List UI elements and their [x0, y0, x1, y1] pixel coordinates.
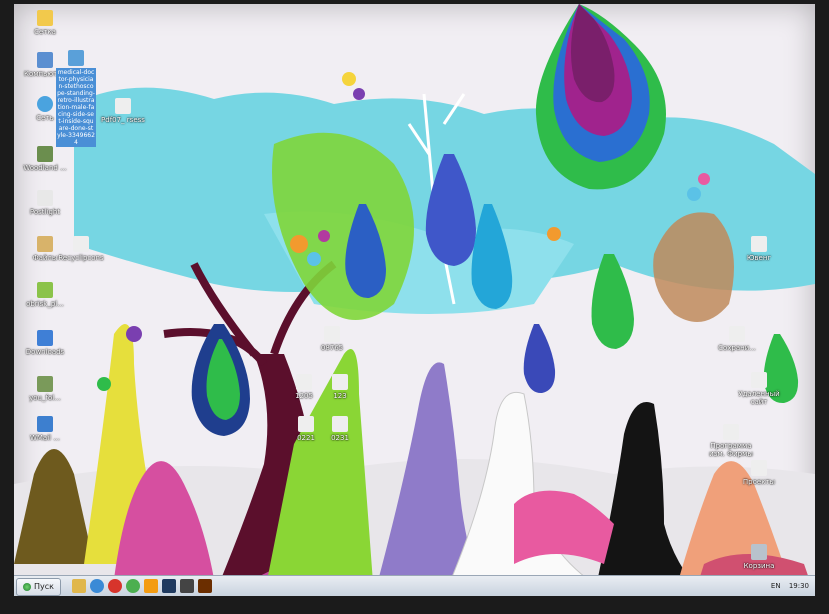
desktop-icon-downloads[interactable]: Downloads: [18, 330, 72, 356]
document-icon: [332, 374, 348, 390]
folder-icon: [37, 236, 53, 252]
network-icon: [37, 96, 53, 112]
recycle-bin-icon: [751, 544, 767, 560]
mail-icon: [37, 416, 53, 432]
icon-label: Pdf07_ rsess: [101, 116, 145, 124]
icon-label: Программа изм. Фирмы: [709, 442, 753, 458]
desktop-icon-wmail[interactable]: WMail ...: [18, 416, 72, 442]
document-icon: [324, 326, 340, 342]
icon-label: medical-doctor-physician-stethoscope-sta…: [56, 68, 96, 147]
desktop-icon-postlight[interactable]: Postlight: [18, 190, 72, 216]
taskbar-illustrator-icon[interactable]: [198, 579, 212, 593]
folder-icon: [37, 10, 53, 26]
taskbar-app-dark-icon[interactable]: [180, 579, 194, 593]
taskbar-explorer-icon[interactable]: [72, 579, 86, 593]
document-icon: [115, 98, 131, 114]
desktop-icon-mid-2[interactable]: 1205: [284, 374, 324, 400]
desktop-icon-recycle-doc[interactable]: Recyclipcons: [54, 236, 108, 262]
icon-label: Проекты: [742, 478, 776, 486]
desktop-icon-you[interactable]: you_fol...: [18, 376, 72, 402]
taskbar-chrome-icon[interactable]: [126, 579, 140, 593]
clock[interactable]: 19:30: [789, 582, 809, 590]
desktop-icon-folder-green[interactable]: obrisk_pl...: [18, 282, 72, 308]
icon-label: 123: [333, 392, 347, 400]
document-icon: [723, 424, 739, 440]
folder-icon: [37, 282, 53, 298]
icon-label: 1205: [295, 392, 313, 400]
folder-icon: [751, 460, 767, 476]
taskbar-ie-icon[interactable]: [90, 579, 104, 593]
icon-label: Recyclipcons: [58, 254, 104, 262]
desktop-icon-text-file[interactable]: Pdf07_ rsess: [96, 98, 150, 124]
desktop-icon-mid-1[interactable]: 08765: [312, 326, 352, 352]
icon-label: Сетка: [34, 28, 56, 36]
icon-label: you_fol...: [29, 394, 61, 402]
desktop-icon-mid-5[interactable]: 0231: [320, 416, 360, 442]
document-icon: [751, 372, 767, 388]
icon-label: Woodland ...: [23, 164, 67, 172]
windows-logo-icon: [23, 582, 31, 591]
desktop-icon-woodland[interactable]: Woodland ...: [18, 146, 72, 172]
desktop-icon-right-5[interactable]: Проекты: [732, 460, 786, 486]
start-button[interactable]: Пуск: [16, 578, 61, 596]
language-indicator[interactable]: EN: [771, 582, 781, 590]
system-tray: EN 19:30: [765, 576, 809, 596]
document-icon: [298, 416, 314, 432]
document-icon: [751, 236, 767, 252]
desktop-icon-right-3[interactable]: Удаленный сайт: [732, 372, 786, 406]
desktop-icon-selected-image[interactable]: medical-doctor-physician-stethoscope-sta…: [56, 50, 96, 147]
computer-icon: [37, 52, 53, 68]
document-icon: [729, 326, 745, 342]
document-icon: [296, 374, 312, 390]
desktop-wallpaper: [14, 4, 815, 596]
icon-label: obrisk_pl...: [26, 300, 64, 308]
folder-icon: [37, 376, 53, 392]
icon-label: Downloads: [25, 348, 65, 356]
icon-label: Сохрани...: [718, 344, 756, 352]
image-file-icon: [68, 50, 84, 66]
desktop-icon-right-1[interactable]: Ювенг: [732, 236, 786, 262]
icon-label: WMail ...: [29, 434, 61, 442]
desktop-screen: Сетка Компьютер Сеть Woodland ... Postli…: [14, 4, 815, 596]
document-icon: [332, 416, 348, 432]
desktop-icon-mid-3[interactable]: 123: [320, 374, 360, 400]
icon-label: 0231: [331, 434, 349, 442]
download-icon: [37, 330, 53, 346]
icon-label: Ювенг: [746, 254, 772, 262]
desktop-icon-right-2[interactable]: Сохрани...: [710, 326, 764, 352]
taskbar-app-orange-icon[interactable]: [144, 579, 158, 593]
desktop-icon-recycle-bin[interactable]: Корзина: [732, 544, 786, 570]
icon-label: Корзина: [743, 562, 775, 570]
icon-label: 08765: [320, 344, 344, 352]
icon-label: Удаленный сайт: [738, 390, 780, 406]
document-icon: [73, 236, 89, 252]
taskbar-photoshop-icon[interactable]: [162, 579, 176, 593]
desktop-icon-setka-1[interactable]: Сетка: [18, 10, 72, 36]
desktop-icon-right-4[interactable]: Программа изм. Фирмы: [704, 424, 758, 458]
game-icon: [37, 146, 53, 162]
document-icon: [37, 190, 53, 206]
taskbar-opera-icon[interactable]: [108, 579, 122, 593]
icon-label: Postlight: [29, 208, 61, 216]
taskbar: Пуск EN 19:30: [14, 575, 815, 596]
start-label: Пуск: [34, 582, 54, 591]
